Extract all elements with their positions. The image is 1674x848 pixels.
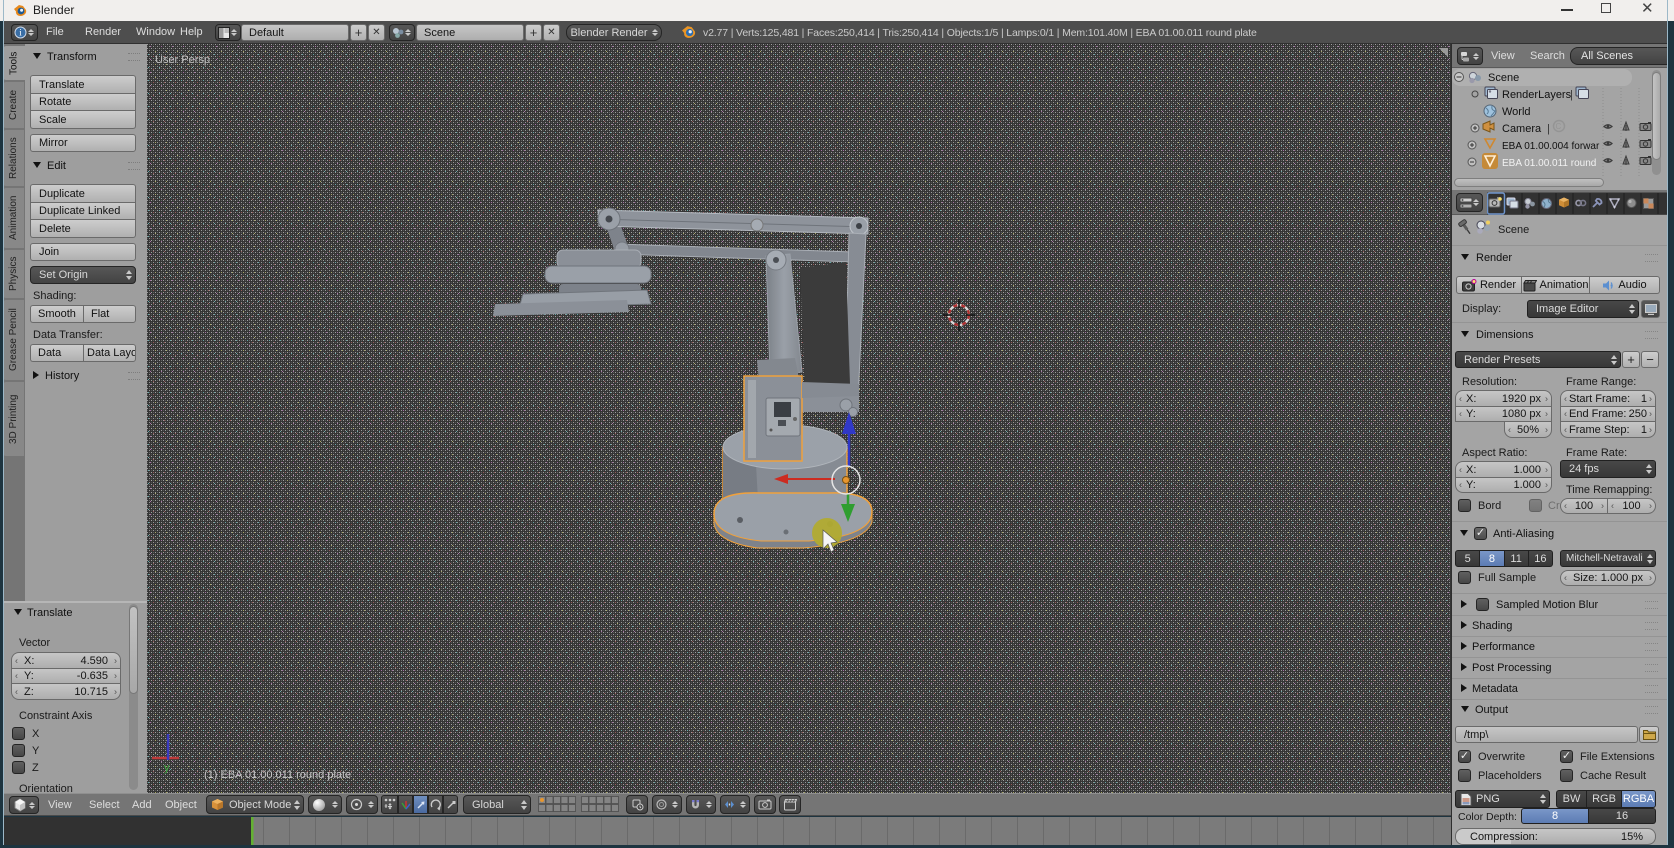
svg-text:(1) EBA 01.00.011 round plate: (1) EBA 01.00.011 round plate [204, 769, 351, 781]
svg-text:World: World [1502, 106, 1531, 118]
svg-text:y: y [164, 762, 170, 774]
svg-text:Camera: Camera [1502, 123, 1542, 135]
svg-text:|: | [1570, 89, 1573, 101]
svg-text:User Persp: User Persp [155, 54, 210, 66]
svg-text:RenderLayers: RenderLayers [1502, 89, 1572, 101]
svg-text:Scene: Scene [1488, 72, 1519, 84]
svg-text:EBA 01.00.011 round: EBA 01.00.011 round [1502, 158, 1596, 169]
svg-text:|: | [1547, 123, 1550, 135]
svg-text:EBA 01.00.004 forwar: EBA 01.00.004 forwar [1502, 141, 1600, 152]
svg-text:C: C [1556, 122, 1562, 131]
